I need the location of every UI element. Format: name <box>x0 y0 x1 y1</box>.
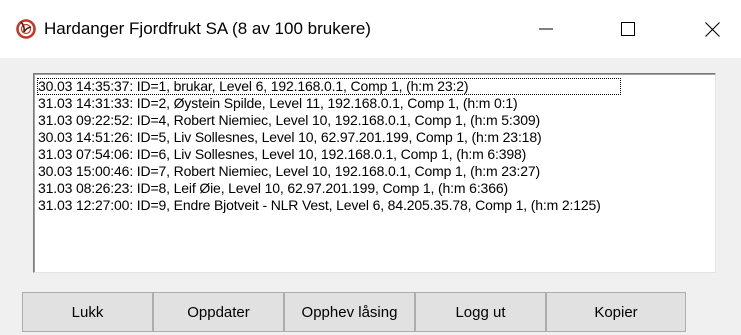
list-item[interactable]: 30.03 14:35:37: ID=1, brukar, Level 6, 1… <box>37 78 621 95</box>
main-window: Hardanger Fjordfrukt SA (8 av 100 bruker… <box>0 0 741 335</box>
list-item[interactable]: 31.03 14:31:33: ID=2, Øystein Spilde, Le… <box>37 95 713 112</box>
list-item[interactable]: 30.03 14:51:26: ID=5, Liv Sollesnes, Lev… <box>37 129 713 146</box>
refresh-button[interactable]: Oppdater <box>153 292 284 332</box>
window-title: Hardanger Fjordfrukt SA (8 av 100 bruker… <box>44 19 371 38</box>
title-bar[interactable]: Hardanger Fjordfrukt SA (8 av 100 bruker… <box>0 0 741 58</box>
user-list[interactable]: 30.03 14:35:37: ID=1, brukar, Level 6, 1… <box>33 73 716 273</box>
list-item[interactable]: 31.03 12:27:00: ID=9, Endre Bjotveit - N… <box>37 197 713 214</box>
list-item[interactable]: 31.03 08:26:23: ID=8, Leif Øie, Level 10… <box>37 180 713 197</box>
unlock-button[interactable]: Opphev låsing <box>284 292 415 332</box>
maximize-button[interactable] <box>600 0 656 58</box>
list-item[interactable]: 30.03 15:00:46: ID=7, Robert Niemiec, Le… <box>37 163 713 180</box>
close-button[interactable] <box>684 0 740 58</box>
minimize-icon <box>539 28 553 30</box>
copy-button[interactable]: Kopier <box>546 292 686 332</box>
list-item[interactable]: 31.03 09:22:52: ID=4, Robert Niemiec, Le… <box>37 112 713 129</box>
list-item[interactable]: 31.03 07:54:06: ID=6, Liv Sollesnes, Lev… <box>37 146 713 163</box>
minimize-button[interactable] <box>518 0 574 58</box>
app-icon <box>15 18 37 40</box>
logout-button[interactable]: Logg ut <box>415 292 546 332</box>
close-icon <box>704 21 720 37</box>
user-list-items: 30.03 14:35:37: ID=1, brukar, Level 6, 1… <box>37 78 713 214</box>
maximize-icon <box>621 22 635 36</box>
close-dialog-button[interactable]: Lukk <box>22 292 153 332</box>
